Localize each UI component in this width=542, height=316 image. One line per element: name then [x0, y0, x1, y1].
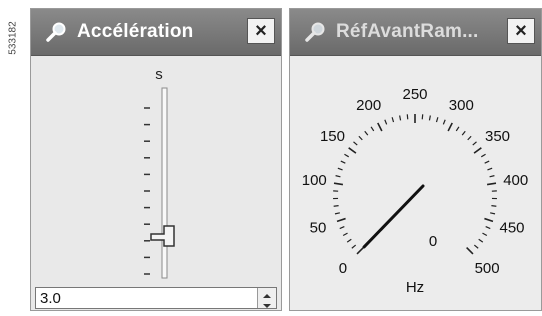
gauge-tick-label: 500	[475, 260, 500, 277]
gauge-minor-tick	[385, 120, 387, 125]
figure-reference: 533182	[0, 8, 26, 68]
gauge-minor-tick	[474, 245, 478, 248]
frequency-gauge: 0 50 100 150 200 250 300 350 400 450 500 0 Hz	[290, 56, 541, 310]
gauge-minor-tick	[371, 127, 374, 131]
gauge-minor-tick	[392, 117, 393, 122]
gauge-major-tick	[357, 248, 363, 254]
gauge-minor-tick	[336, 176, 341, 177]
gauge-minor-tick	[344, 154, 348, 157]
frequency-title: RéfAvantRam...	[336, 21, 479, 43]
gauge-minor-tick	[486, 227, 491, 229]
gauge-major-tick	[467, 248, 473, 254]
slider-ticks	[144, 108, 150, 274]
frequency-panel: RéfAvantRam... × 0 50 100 150 200 250 300 350 40…	[289, 8, 542, 311]
gauge-major-tick	[378, 123, 382, 131]
gauge-tick-label: 350	[485, 128, 510, 145]
acceleration-title-bar: Accélération ×	[31, 9, 281, 56]
gauge-tick-label: 450	[499, 220, 524, 237]
gauge-tick-label: 200	[356, 97, 381, 114]
gauge-minor-tick	[479, 239, 483, 242]
gauge-tick-label: 250	[402, 86, 427, 103]
gauge-minor-tick	[400, 115, 401, 120]
gauge-minor-tick	[481, 154, 485, 157]
gauge-minor-tick	[456, 127, 459, 131]
gauge-needle	[364, 186, 423, 247]
gauge-minor-tick	[347, 239, 351, 242]
gauge-minor-tick	[338, 168, 343, 170]
acceleration-title: Accélération	[77, 21, 193, 43]
gauge-ticks	[333, 114, 497, 254]
gauge-tick-label: 100	[302, 172, 327, 189]
gauge-minor-tick	[482, 233, 486, 235]
gauge-major-tick	[448, 123, 452, 131]
magnifier-icon	[304, 21, 328, 43]
gauge-minor-tick	[490, 176, 495, 177]
gauge-major-tick	[337, 219, 346, 222]
slider-track-canvas	[31, 56, 281, 286]
gauge-value-readout: 0	[429, 233, 437, 250]
gauge-minor-tick	[429, 115, 430, 120]
gauge-minor-tick	[335, 213, 340, 214]
gauge-major-tick	[484, 219, 493, 222]
acceleration-value-text: 3.0	[40, 290, 61, 307]
gauge-tick-label: 50	[310, 220, 327, 237]
slider-track[interactable]	[162, 88, 167, 278]
gauge-minor-tick	[340, 227, 345, 229]
gauge-minor-tick	[341, 161, 346, 163]
gauge-major-tick	[474, 148, 481, 153]
gauge-major-tick	[334, 183, 343, 184]
gauge-tick-label: 150	[320, 128, 345, 145]
gauge-minor-tick	[491, 206, 496, 207]
gauge-minor-tick	[353, 142, 357, 145]
frequency-title-bar: RéfAvantRam... ×	[290, 9, 541, 56]
gauge-canvas: 0 50 100 150 200 250 300 350 400 450 500 0 Hz	[290, 56, 541, 310]
gauge-minor-tick	[436, 117, 437, 122]
arrow-down-icon	[258, 301, 276, 311]
spin-up-button[interactable]	[258, 288, 276, 298]
figure-reference-text: 533182	[8, 21, 19, 54]
gauge-unit-label: Hz	[406, 279, 424, 296]
gauge-minor-tick	[365, 131, 368, 135]
gauge-minor-tick	[334, 206, 339, 207]
gauge-minor-tick	[359, 136, 362, 140]
gauge-tick-label: 400	[503, 172, 528, 189]
gauge-tick-label: 0	[339, 260, 347, 277]
gauge-minor-tick	[487, 168, 492, 170]
frequency-close-button[interactable]: ×	[507, 18, 535, 44]
gauge-minor-tick	[462, 131, 465, 135]
gauge-minor-tick	[443, 120, 445, 125]
gauge-minor-tick	[473, 142, 477, 145]
gauge-minor-tick	[352, 245, 356, 248]
gauge-tick-label: 300	[449, 97, 474, 114]
acceleration-slider[interactable]: s	[31, 56, 281, 286]
gauge-major-tick	[487, 183, 496, 184]
gauge-minor-tick	[343, 233, 347, 235]
acceleration-panel: Accélération × s 3.0	[30, 8, 282, 311]
acceleration-value-field[interactable]: 3.0	[35, 287, 277, 309]
spin-down-button[interactable]	[258, 298, 276, 308]
gauge-minor-tick	[485, 161, 490, 163]
acceleration-close-button[interactable]: ×	[247, 18, 275, 44]
gauge-minor-tick	[490, 213, 495, 214]
magnifier-icon	[45, 21, 69, 43]
gauge-minor-tick	[468, 136, 471, 140]
spin-buttons	[257, 288, 276, 308]
gauge-major-tick	[349, 148, 356, 153]
